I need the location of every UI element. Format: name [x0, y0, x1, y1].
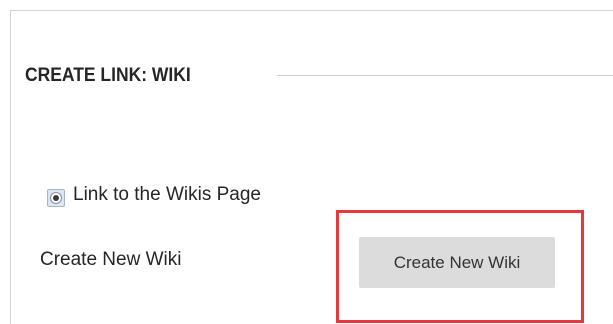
- section-header: CREATE LINK: WIKI: [25, 61, 613, 91]
- content-panel: CREATE LINK: WIKI Link to the Wikis Page…: [10, 10, 613, 324]
- section-title: CREATE LINK: WIKI: [25, 65, 191, 86]
- link-to-wikis-label: Link to the Wikis Page: [73, 184, 261, 205]
- radio-circle: [50, 192, 62, 204]
- section-divider: [277, 75, 613, 76]
- link-to-wikis-option[interactable]: Link to the Wikis Page: [47, 183, 261, 207]
- create-new-wiki-label: Create New Wiki: [40, 249, 182, 270]
- radio-dot: [53, 195, 59, 201]
- radio-selected-icon[interactable]: [47, 189, 65, 207]
- create-new-wiki-button[interactable]: Create New Wiki: [359, 237, 555, 288]
